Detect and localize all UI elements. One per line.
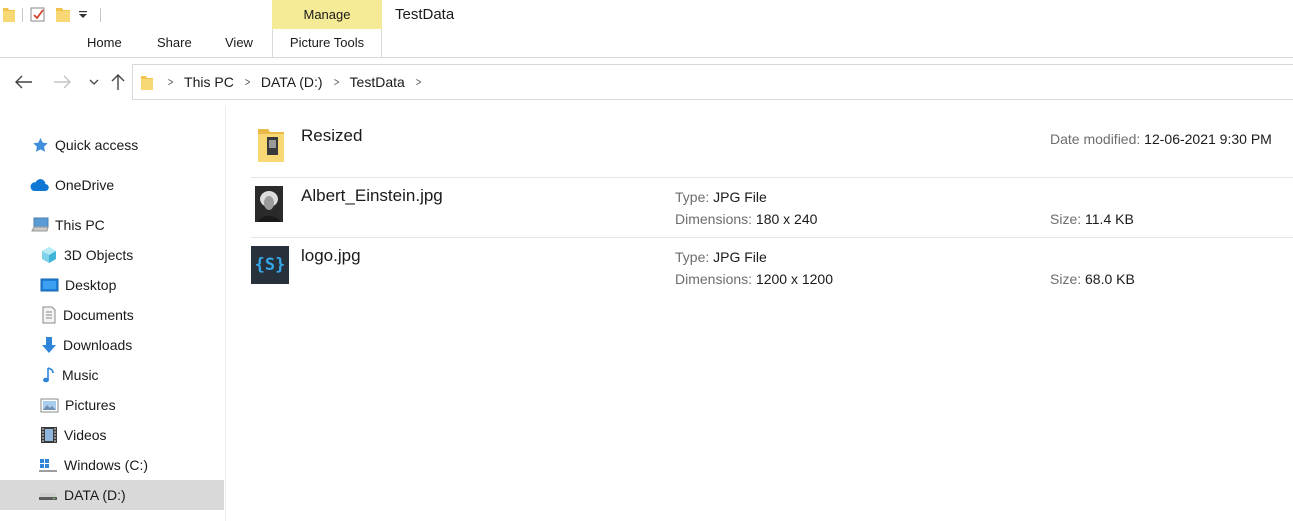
- sidebar-item-3d-objects[interactable]: 3D Objects: [0, 240, 224, 270]
- desktop-icon: [40, 278, 59, 291]
- file-dimensions: Dimensions: 1200 x 1200: [675, 271, 833, 287]
- tab-share[interactable]: Share: [157, 29, 192, 57]
- music-icon: [43, 367, 54, 383]
- folder-icon: [257, 126, 285, 167]
- sidebar-item-pictures[interactable]: Pictures: [0, 390, 224, 420]
- sidebar-item-music[interactable]: Music: [0, 360, 224, 390]
- download-icon: [42, 337, 56, 353]
- breadcrumb-testdata[interactable]: TestData: [350, 74, 405, 90]
- up-button[interactable]: [108, 72, 128, 92]
- up-arrow-icon: [111, 74, 125, 90]
- file-size: Size: 68.0 KB: [1050, 271, 1135, 287]
- properties-check-icon[interactable]: [30, 6, 46, 25]
- file-dimensions: Dimensions: 180 x 240: [675, 211, 818, 227]
- photo-thumbnail-icon: [255, 186, 283, 225]
- chevron-right-icon[interactable]: >: [245, 75, 251, 89]
- file-name: logo.jpg: [301, 246, 361, 265]
- forward-button[interactable]: [52, 72, 72, 92]
- pictures-icon: [40, 398, 59, 412]
- sidebar-item-desktop[interactable]: Desktop: [0, 270, 224, 300]
- file-name: Albert_Einstein.jpg: [301, 186, 443, 205]
- cube-icon: [42, 247, 56, 263]
- list-item[interactable]: {S} logo.jpg Type: JPG File Dimensions: …: [251, 238, 1293, 298]
- file-list: Resized Date modified: 12-06-2021 9:30 P…: [227, 106, 1293, 521]
- sidebar-item-downloads[interactable]: Downloads: [0, 330, 224, 360]
- title-bar: Manage TestData: [0, 0, 1293, 30]
- document-icon: [42, 306, 56, 324]
- recent-locations-button[interactable]: [84, 72, 104, 92]
- file-size: Size: 11.4 KB: [1050, 211, 1134, 227]
- quick-access-toolbar: [0, 4, 108, 26]
- manage-contextual-tab[interactable]: Manage: [272, 0, 382, 29]
- ribbon-tab-strip: Home Share View Picture Tools: [0, 29, 1293, 58]
- logo-thumbnail-icon: {S}: [251, 246, 289, 284]
- navigation-bar: > This PC > DATA (D:) > TestData >: [0, 58, 1293, 106]
- chevron-right-icon[interactable]: >: [415, 75, 421, 89]
- file-type: Type: JPG File: [675, 189, 767, 205]
- back-arrow-icon: [15, 75, 32, 89]
- sidebar-item-quick-access[interactable]: Quick access: [0, 130, 224, 160]
- toolbar-divider: [100, 8, 101, 22]
- chevron-down-icon: [89, 79, 99, 85]
- file-type: Type: JPG File: [675, 249, 767, 265]
- chevron-right-icon[interactable]: >: [333, 75, 339, 89]
- folder-icon[interactable]: [3, 6, 15, 25]
- window-title: TestData: [395, 6, 455, 23]
- cloud-icon: [30, 179, 49, 192]
- back-button[interactable]: [14, 72, 34, 92]
- breadcrumb-this-pc[interactable]: This PC: [184, 74, 234, 90]
- tab-picture-tools[interactable]: Picture Tools: [272, 29, 382, 57]
- drive-icon: [39, 493, 57, 500]
- sidebar-item-this-pc[interactable]: This PC: [0, 210, 224, 240]
- list-item[interactable]: Albert_Einstein.jpg Type: JPG File Dimen…: [251, 178, 1293, 238]
- list-item[interactable]: Resized Date modified: 12-06-2021 9:30 P…: [251, 118, 1293, 178]
- navigation-pane: Quick access OneDrive This PC 3D Objects…: [0, 106, 226, 521]
- file-name: Resized: [301, 126, 363, 145]
- breadcrumb-data-drive[interactable]: DATA (D:): [261, 74, 323, 90]
- sidebar-item-documents[interactable]: Documents: [0, 300, 224, 330]
- tab-view[interactable]: View: [225, 29, 253, 57]
- sidebar-item-videos[interactable]: Videos: [0, 420, 224, 450]
- new-folder-icon[interactable]: [56, 6, 70, 25]
- date-modified: Date modified: 12-06-2021 9:30 PM: [1050, 131, 1272, 147]
- sidebar-item-onedrive[interactable]: OneDrive: [0, 170, 224, 200]
- sidebar-item-data-d[interactable]: DATA (D:): [0, 480, 224, 510]
- computer-icon: [31, 217, 49, 232]
- address-bar[interactable]: > This PC > DATA (D:) > TestData >: [132, 64, 1293, 100]
- forward-arrow-icon: [54, 75, 71, 89]
- videos-icon: [41, 427, 57, 443]
- star-icon: [33, 137, 48, 152]
- tab-home[interactable]: Home: [87, 29, 122, 57]
- customize-dropdown-icon[interactable]: [78, 9, 88, 22]
- folder-icon: [141, 74, 153, 90]
- toolbar-divider: [22, 8, 23, 22]
- chevron-right-icon[interactable]: >: [168, 75, 174, 89]
- windows-drive-icon: [39, 458, 57, 472]
- sidebar-item-windows-c[interactable]: Windows (C:): [0, 450, 224, 480]
